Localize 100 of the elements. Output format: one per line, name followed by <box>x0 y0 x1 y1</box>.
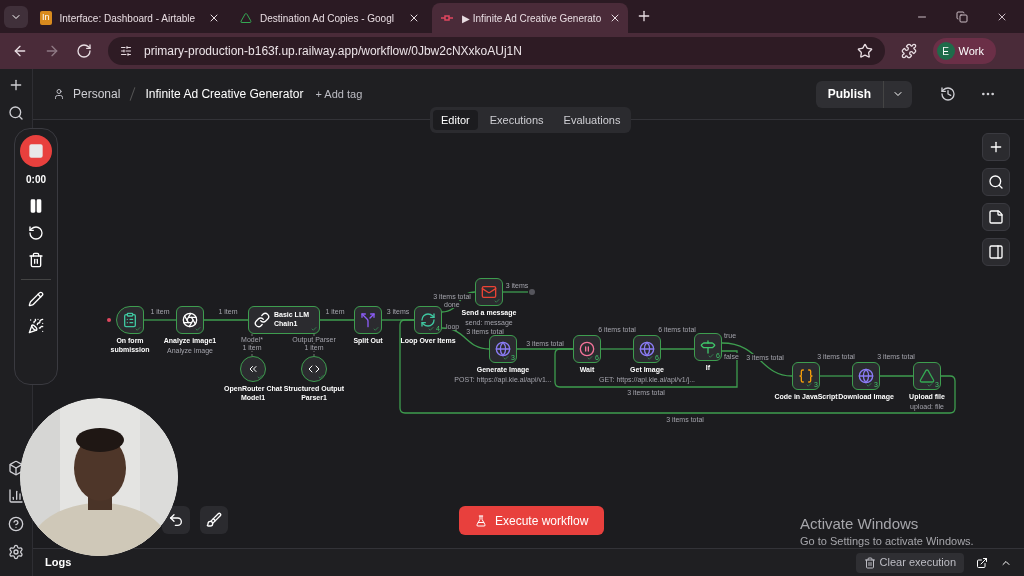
clipboard-icon <box>122 312 138 328</box>
profile-button[interactable]: E Work <box>932 38 996 64</box>
tab-list-button[interactable] <box>4 6 28 28</box>
check-icon <box>195 326 201 332</box>
stop-recording-button[interactable] <box>20 135 52 167</box>
logs-title[interactable]: Logs <box>45 554 72 571</box>
search-button[interactable] <box>982 168 1010 196</box>
brush-icon <box>206 512 222 528</box>
tidy-up-button[interactable] <box>200 506 228 534</box>
bookmark-icon[interactable] <box>856 43 873 59</box>
browser-tab[interactable]: ▶ Infinite Ad Creative Generato <box>432 3 628 33</box>
close-icon[interactable] <box>996 11 1008 23</box>
refresh-icon <box>420 312 436 328</box>
settings-icon[interactable] <box>8 544 24 560</box>
search-icon <box>988 174 1004 190</box>
close-icon[interactable] <box>208 12 220 24</box>
restart-icon[interactable] <box>28 225 44 241</box>
check-icon <box>708 353 714 359</box>
pen-icon[interactable] <box>28 291 44 307</box>
avatar: E <box>936 42 955 60</box>
globe-icon <box>858 368 874 384</box>
link-icon <box>254 312 270 328</box>
os-notice-title: Activate Windows <box>800 514 919 534</box>
signpost-icon <box>700 339 716 355</box>
dashed-connector <box>313 333 315 357</box>
recording-time: 0:00 <box>26 173 46 187</box>
globe-icon <box>495 341 511 357</box>
add-tag-link[interactable]: + Add tag <box>315 85 363 103</box>
help-icon[interactable] <box>8 516 24 532</box>
check-icon <box>587 355 593 361</box>
view-tab[interactable]: Executions <box>481 110 552 130</box>
forward-icon[interactable] <box>44 43 60 59</box>
popout-icon[interactable] <box>976 556 988 569</box>
workflow-node[interactable] <box>475 278 503 306</box>
search-icon[interactable] <box>8 105 24 121</box>
workflow-node[interactable] <box>116 306 144 334</box>
panel-button[interactable] <box>982 238 1010 266</box>
check-icon <box>428 326 434 332</box>
triangle-icon <box>919 368 935 384</box>
publish-button[interactable]: Publish <box>815 80 883 108</box>
stop-icon <box>28 143 44 159</box>
pause-icon[interactable] <box>28 198 44 214</box>
back-icon[interactable] <box>12 43 28 59</box>
tab-title: Interface: Dashboard - Airtable <box>59 11 197 26</box>
os-notice-text: Go to Settings to activate Windows. <box>800 534 974 549</box>
add-icon[interactable] <box>8 77 24 93</box>
workflow-title[interactable]: Infinite Ad Creative Generator <box>145 85 304 103</box>
confetti-icon[interactable] <box>28 318 44 334</box>
workflow-node[interactable] <box>176 306 204 334</box>
execute-workflow-button[interactable]: Execute workflow <box>459 506 605 535</box>
view-tab[interactable]: Editor <box>433 110 478 130</box>
connector-line <box>143 319 177 321</box>
pause-icon <box>579 341 595 357</box>
close-icon[interactable] <box>408 12 420 24</box>
workflow-node[interactable] <box>354 306 382 334</box>
check-icon <box>806 382 812 388</box>
site-settings-icon <box>120 45 132 57</box>
link-icon <box>440 14 454 22</box>
add-handle[interactable] <box>529 289 535 295</box>
reload-icon[interactable] <box>76 43 92 59</box>
restore-icon[interactable] <box>956 11 968 23</box>
plus-icon <box>988 139 1004 155</box>
breadcrumb-link[interactable]: Personal <box>73 85 121 103</box>
check-icon <box>503 355 509 361</box>
address-field[interactable]: primary-production-b163f.up.railway.app/workflow/0Jbw2cNXxkoAUj1N <box>108 37 885 65</box>
code-icon <box>308 363 320 375</box>
add-node-button[interactable] <box>982 133 1010 161</box>
new-tab-icon[interactable] <box>636 8 652 24</box>
tab-favicon: In <box>40 11 52 25</box>
chevron-icon <box>247 363 259 375</box>
tab-title: Destination Ad Copies - Googl <box>260 11 395 26</box>
check-icon <box>647 355 653 361</box>
workflow-node[interactable] <box>301 356 327 382</box>
user-icon <box>53 88 65 100</box>
workflow-node[interactable] <box>240 356 266 382</box>
clear-execution-button[interactable]: Clear execution <box>855 552 964 573</box>
check-icon <box>927 382 933 388</box>
check-icon <box>318 374 324 380</box>
view-tab[interactable]: Evaluations <box>555 110 629 130</box>
triangle-icon <box>240 12 252 24</box>
box-icon[interactable] <box>8 460 24 476</box>
browser-tab[interactable]: In Interface: Dashboard - Airtable <box>32 3 228 33</box>
extensions-icon[interactable] <box>900 43 917 59</box>
check-icon <box>135 326 141 332</box>
chart-icon[interactable] <box>8 488 24 504</box>
check-icon <box>494 298 500 304</box>
history-icon[interactable] <box>940 86 956 102</box>
browser-tab[interactable]: Destination Ad Copies - Googl <box>232 3 428 33</box>
aperture-icon <box>182 312 198 328</box>
check-icon <box>311 326 317 332</box>
undo-icon <box>168 512 184 528</box>
tab-title: ▶ Infinite Ad Creative Generato <box>462 11 602 26</box>
delete-icon[interactable] <box>28 252 44 268</box>
braces-icon <box>798 368 814 384</box>
sticky-note-button[interactable] <box>982 203 1010 231</box>
globe-icon <box>639 341 655 357</box>
url-text: primary-production-b163f.up.railway.app/workflow/0Jbw2cNXxkoAUj1N <box>144 43 523 60</box>
check-icon <box>257 374 263 380</box>
connector-line <box>502 291 529 293</box>
flask-icon <box>475 514 487 527</box>
